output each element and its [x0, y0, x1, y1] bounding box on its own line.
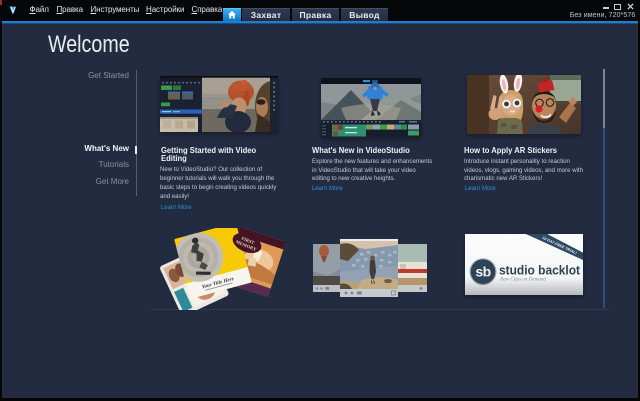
svg-text:studio backlot: studio backlot — [499, 264, 581, 278]
svg-text:Raw Clips on Demand: Raw Clips on Demand — [499, 277, 546, 283]
svg-text:sb: sb — [475, 264, 490, 280]
